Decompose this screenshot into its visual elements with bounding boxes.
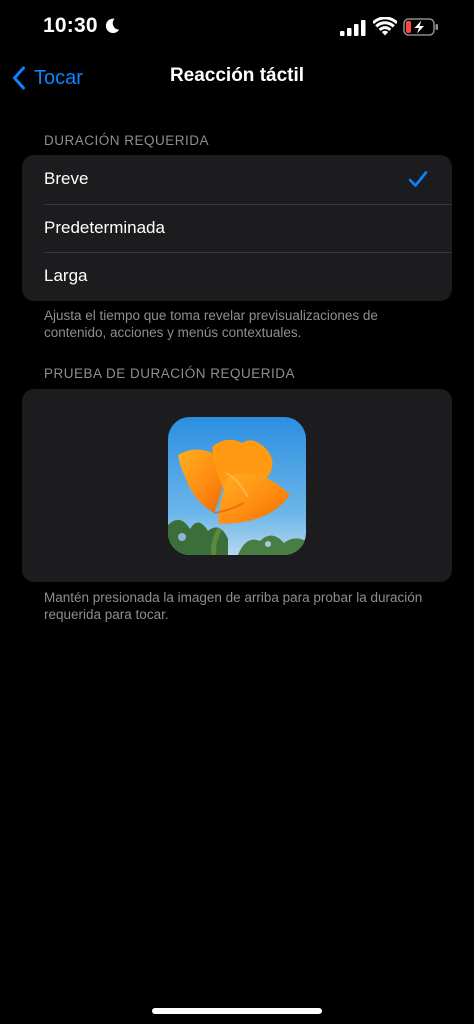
- option-label: Larga: [44, 266, 88, 286]
- wifi-icon: [373, 17, 397, 36]
- option-predeterminada[interactable]: Predeterminada: [22, 203, 452, 253]
- option-label: Breve: [44, 169, 89, 189]
- test-preview-group: [22, 389, 452, 582]
- status-time: 10:30: [43, 14, 98, 37]
- cellular-signal-icon: [340, 20, 366, 36]
- page-title: Reacción táctil: [169, 65, 305, 86]
- option-breve[interactable]: Breve: [22, 155, 452, 204]
- battery-charging-icon: [403, 18, 438, 36]
- option-label: Predeterminada: [44, 217, 165, 237]
- duration-options-group: Breve Predeterminada Larga: [22, 155, 452, 301]
- navigation-bar: Tocar Reacción táctil: [0, 56, 474, 100]
- option-larga[interactable]: Larga: [22, 252, 452, 301]
- status-bar: 10:30: [0, 0, 474, 56]
- test-section-header: PRUEBA DE DURACIÓN REQUERIDA: [44, 366, 296, 381]
- home-indicator[interactable]: [152, 1008, 322, 1014]
- duration-section-header: DURACIÓN REQUERIDA: [44, 133, 210, 148]
- test-footer-text: Mantén presionada la imagen de arriba pa…: [44, 590, 423, 622]
- duration-footer-text: Ajusta el tiempo que toma revelar previs…: [44, 308, 378, 340]
- moon-icon: [105, 18, 120, 34]
- checkmark-icon: [408, 171, 428, 187]
- poppy-flower-illustration: [168, 417, 306, 555]
- poppy-preview-image[interactable]: [168, 417, 306, 555]
